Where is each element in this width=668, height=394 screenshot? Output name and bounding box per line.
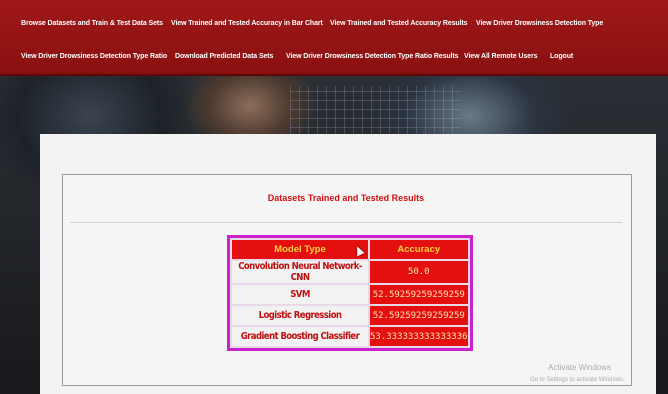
nav-logout[interactable]: Logout	[550, 53, 573, 60]
nav-remote-users[interactable]: View All Remote Users	[464, 53, 537, 60]
top-nav-bar: Browse Datasets and Train & Test Data Se…	[0, 0, 668, 76]
table-row: Convolution Neural Network-CNN 50.0	[232, 261, 468, 283]
column-header-accuracy: Accuracy	[370, 240, 468, 259]
table-row: Gradient Boosting Classifier 53.33333333…	[232, 327, 468, 346]
accuracy-cell: 52.59259259259259	[370, 306, 468, 325]
activate-windows-watermark: Activate Windows	[548, 363, 612, 372]
activate-windows-subtext: Go to Settings to activate Windows.	[530, 377, 625, 383]
model-name-cell: Convolution Neural Network-CNN	[232, 261, 368, 283]
accuracy-cell: 50.0	[370, 261, 468, 283]
results-title: Datasets Trained and Tested Results	[267, 193, 425, 203]
model-name-cell: SVM	[232, 285, 368, 304]
nav-accuracy-bar-chart[interactable]: View Trained and Tested Accuracy in Bar …	[171, 20, 323, 27]
model-name-cell: Logistic Regression	[232, 306, 368, 325]
accuracy-cell: 52.59259259259259	[370, 285, 468, 304]
results-table: Model Type Accuracy Convolution Neural N…	[227, 235, 473, 351]
nav-detection-ratio-results[interactable]: View Driver Drowsiness Detection Type Ra…	[286, 53, 459, 60]
nav-download-predicted[interactable]: Download Predicted Data Sets	[175, 53, 273, 60]
table-header-row: Model Type Accuracy	[232, 240, 468, 259]
nav-browse-datasets[interactable]: Browse Datasets and Train & Test Data Se…	[21, 20, 163, 27]
table-row: SVM 52.59259259259259	[232, 285, 468, 304]
nav-detection-type[interactable]: View Driver Drowsiness Detection Type	[476, 20, 603, 27]
model-name-cell: Gradient Boosting Classifier	[232, 327, 368, 346]
nav-detection-type-ratio[interactable]: View Driver Drowsiness Detection Type Ra…	[21, 53, 167, 60]
divider	[70, 222, 622, 223]
column-header-model-type: Model Type	[232, 240, 368, 259]
accuracy-cell: 53.333333333333336	[370, 327, 468, 346]
table-row: Logistic Regression 52.59259259259259	[232, 306, 468, 325]
nav-accuracy-results[interactable]: View Trained and Tested Accuracy Results	[330, 20, 468, 27]
